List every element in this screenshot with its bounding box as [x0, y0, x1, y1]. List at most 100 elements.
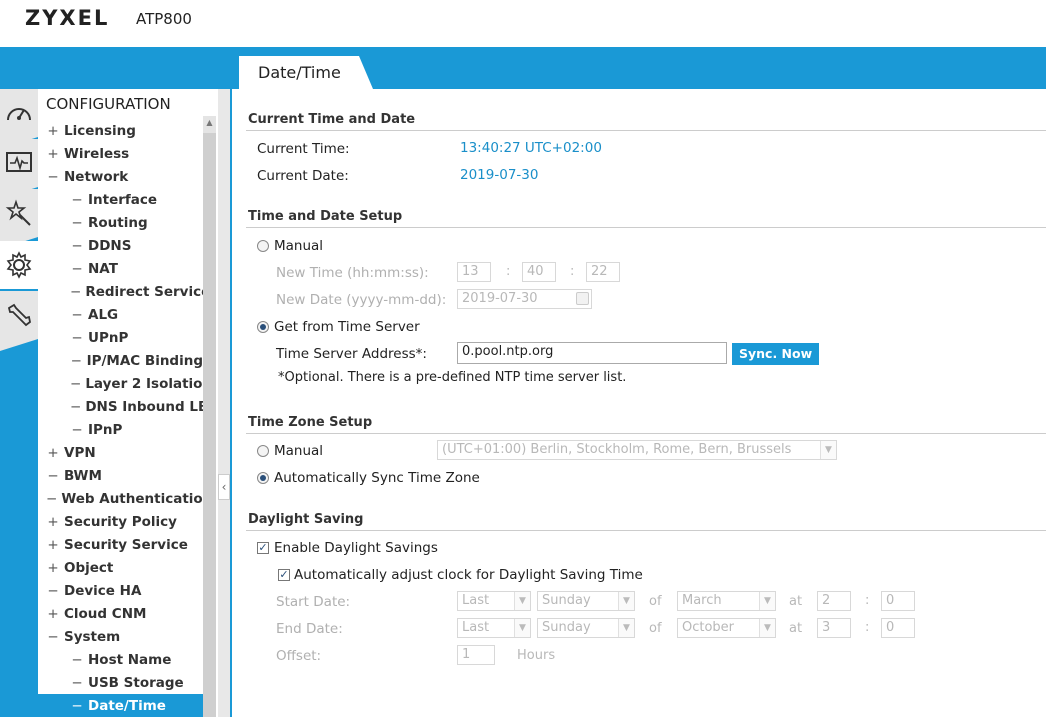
wizard-icon[interactable]	[0, 189, 38, 237]
hour-input[interactable]: 13	[457, 262, 491, 282]
new-date-value: 2019-07-30	[462, 291, 538, 306]
nav-item-interface[interactable]: − Interface	[38, 188, 203, 211]
start-date-label: Start Date:	[276, 594, 351, 610]
manual-time-radio[interactable]	[257, 240, 269, 252]
nav-item-usb-storage[interactable]: − USB Storage	[38, 671, 203, 694]
nav-item-wireless[interactable]: + Wireless	[38, 142, 203, 165]
new-date-label: New Date (yyyy-mm-dd):	[276, 292, 447, 308]
auto-timezone-label: Automatically Sync Time Zone	[274, 470, 480, 486]
nav-item-bwm[interactable]: − BWM	[38, 464, 203, 487]
nav-item-upnp[interactable]: − UPnP	[38, 326, 203, 349]
collapse-icon: −	[71, 329, 83, 346]
nav-item-ipnp[interactable]: − IPnP	[38, 418, 203, 441]
nav-item-device-ha[interactable]: − Device HA	[38, 579, 203, 602]
nav-item-network[interactable]: − Network	[38, 165, 203, 188]
nav-item-label: Host Name	[88, 651, 172, 668]
monitor-icon[interactable]	[0, 139, 38, 187]
timezone-select-value: (UTC+01:00) Berlin, Stockholm, Rome, Ber…	[442, 442, 792, 457]
nav-item-layer-2-isolation[interactable]: − Layer 2 Isolation	[38, 372, 212, 395]
time-server-radio[interactable]	[257, 321, 269, 333]
sync-now-button[interactable]: Sync. Now	[732, 343, 820, 365]
start-month-select[interactable]: March ▼	[677, 591, 776, 611]
current-time-value: 13:40:27 UTC+02:00	[460, 140, 602, 156]
nav-scrollbar-thumb[interactable]	[203, 133, 216, 717]
end-week-select[interactable]: Last ▼	[457, 618, 531, 638]
nav-item-label: VPN	[64, 444, 96, 461]
auto-adjust-checkbox[interactable]: ✓	[278, 569, 290, 581]
nav-item-vpn[interactable]: + VPN	[38, 441, 203, 464]
calendar-icon[interactable]	[576, 292, 589, 305]
auto-timezone-radio[interactable]	[257, 472, 269, 484]
start-hour-input[interactable]: 2	[817, 591, 851, 611]
nav-item-object[interactable]: + Object	[38, 556, 203, 579]
end-day-select[interactable]: Sunday ▼	[537, 618, 635, 638]
nav-item-host-name[interactable]: − Host Name	[38, 648, 203, 671]
end-minute-input[interactable]: 0	[881, 618, 915, 638]
nav-item-date-time[interactable]: − Date/Time	[38, 694, 205, 717]
nav-item-system[interactable]: − System	[38, 625, 203, 648]
time-separator: :	[570, 264, 575, 279]
nav-item-security-policy[interactable]: + Security Policy	[38, 510, 203, 533]
offset-label: Offset:	[276, 648, 322, 664]
expand-icon: +	[47, 559, 59, 576]
nav-item-nat[interactable]: − NAT	[38, 257, 203, 280]
collapse-panel-icon[interactable]: ‹	[218, 474, 230, 500]
chevron-down-icon: ▼	[820, 441, 836, 459]
top-header: ZYXEL ATP800	[0, 0, 1046, 47]
server-address-input[interactable]: 0.pool.ntp.org	[457, 342, 727, 364]
nav-item-label: NAT	[88, 260, 118, 277]
enable-daylight-checkbox[interactable]: ✓	[257, 542, 269, 554]
nav-item-dns-inbound-lb[interactable]: − DNS Inbound LB	[38, 395, 208, 418]
icon-rail	[0, 89, 38, 717]
section-divider	[246, 530, 1046, 531]
nav-item-label: Wireless	[64, 145, 130, 162]
chevron-down-icon: ▼	[618, 592, 634, 610]
time-server-label: Get from Time Server	[274, 319, 420, 335]
tab-date-time[interactable]: Date/Time	[239, 56, 359, 89]
configuration-gear-icon[interactable]	[0, 241, 38, 289]
nav-item-web-authentication[interactable]: − Web Authentication	[38, 487, 212, 510]
of-label: of	[649, 594, 662, 609]
at-label: at	[789, 594, 803, 609]
end-month-value: October	[682, 620, 735, 635]
maintenance-tools-icon[interactable]	[0, 291, 38, 339]
current-date-value: 2019-07-30	[460, 167, 539, 183]
start-week-select[interactable]: Last ▼	[457, 591, 531, 611]
collapse-icon: −	[71, 237, 83, 254]
nav-item-label: Security Service	[64, 536, 188, 553]
end-day-value: Sunday	[542, 620, 591, 635]
nav-item-label: USB Storage	[88, 674, 184, 691]
end-hour-input[interactable]: 3	[817, 618, 851, 638]
time-separator: :	[865, 593, 870, 608]
nav-item-routing[interactable]: − Routing	[38, 211, 203, 234]
scroll-up-icon[interactable]: ▲	[203, 118, 216, 132]
chevron-down-icon: ▼	[759, 619, 775, 637]
collapse-icon: −	[71, 214, 83, 231]
nav-item-label: Redirect Service	[85, 283, 211, 300]
nav-item-ip-mac-binding[interactable]: − IP/MAC Binding	[38, 349, 203, 372]
start-day-select[interactable]: Sunday ▼	[537, 591, 635, 611]
nav-item-label: IPnP	[88, 421, 123, 438]
rail-separator	[0, 339, 38, 351]
nav-item-ddns[interactable]: − DDNS	[38, 234, 203, 257]
manual-timezone-radio[interactable]	[257, 445, 269, 457]
section-title-current: Current Time and Date	[248, 112, 416, 127]
navigation-panel: CONFIGURATION + Licensing + Wireless − Networ…	[38, 89, 218, 717]
start-minute-input[interactable]: 0	[881, 591, 915, 611]
nav-item-label: Security Policy	[64, 513, 177, 530]
tab-bar	[0, 47, 1046, 89]
nav-item-cloud-cnm[interactable]: + Cloud CNM	[38, 602, 203, 625]
start-month-value: March	[682, 593, 722, 608]
second-input[interactable]: 22	[586, 262, 620, 282]
minute-input[interactable]: 40	[522, 262, 556, 282]
nav-item-licensing[interactable]: + Licensing	[38, 119, 203, 142]
offset-input[interactable]: 1	[457, 645, 495, 665]
timezone-select[interactable]: (UTC+01:00) Berlin, Stockholm, Rome, Ber…	[437, 440, 837, 460]
dashboard-icon[interactable]	[0, 89, 38, 137]
end-month-select[interactable]: October ▼	[677, 618, 776, 638]
nav-item-alg[interactable]: − ALG	[38, 303, 203, 326]
nav-item-security-service[interactable]: + Security Service	[38, 533, 203, 556]
time-separator: :	[506, 264, 511, 279]
new-date-input[interactable]: 2019-07-30	[457, 289, 592, 309]
nav-item-redirect-service[interactable]: − Redirect Service	[38, 280, 210, 303]
